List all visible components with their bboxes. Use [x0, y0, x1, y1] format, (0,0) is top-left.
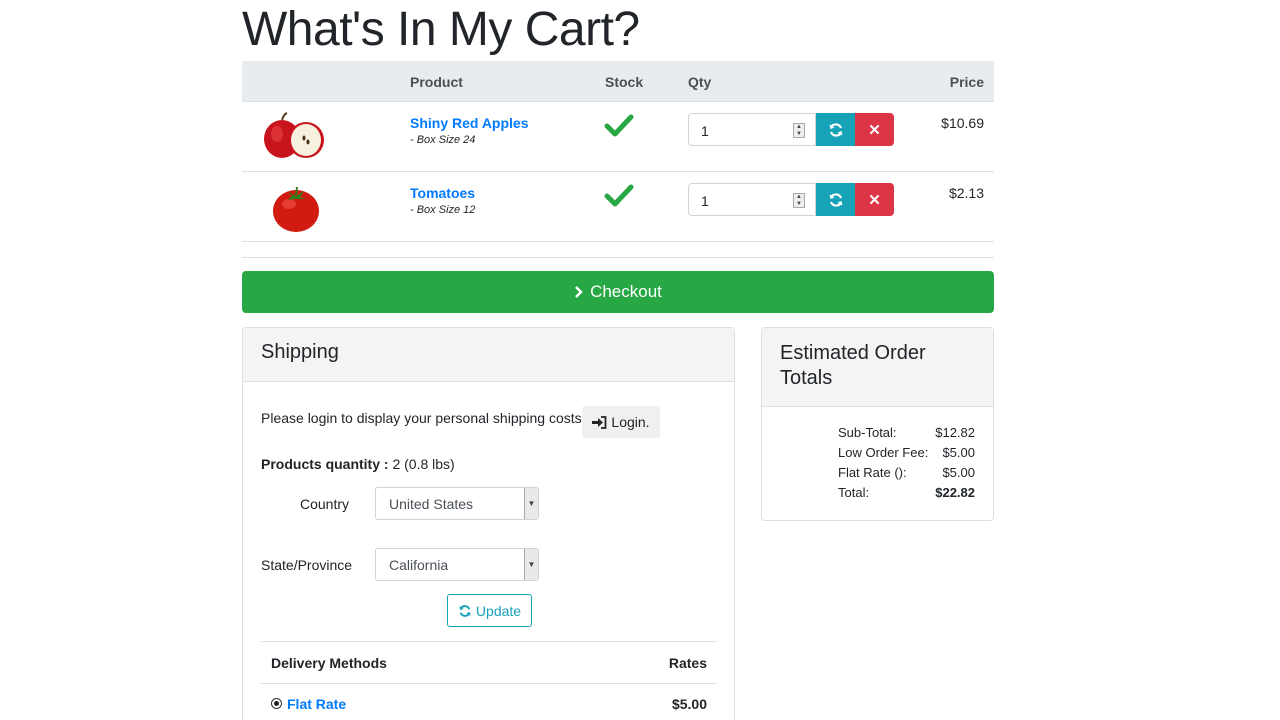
- login-button[interactable]: Login.: [582, 406, 660, 438]
- item-price: $2.13: [948, 185, 984, 201]
- sign-in-icon: [592, 415, 607, 429]
- totals-title: Estimated Order Totals: [762, 328, 993, 407]
- quantity-value: 1: [701, 123, 709, 139]
- country-value: United States: [389, 496, 474, 512]
- remove-button[interactable]: ✕: [855, 183, 894, 216]
- refresh-button[interactable]: [816, 183, 855, 216]
- quantity-spinner-icon[interactable]: ▲ ▼: [793, 123, 805, 138]
- quantity-input[interactable]: 1 ▲ ▼: [688, 183, 816, 216]
- products-quantity-label: Products quantity :: [261, 456, 389, 472]
- in-stock-check-icon: [604, 184, 634, 207]
- refresh-icon: [459, 604, 471, 617]
- totals-label: Low Order Fee:: [838, 445, 929, 460]
- close-icon: ✕: [868, 121, 881, 139]
- close-icon: ✕: [868, 191, 881, 209]
- cart-row: Tomatoes - Box Size 12 1 ▲ ▼ ✕ $2.13: [242, 172, 994, 242]
- order-totals-card: Estimated Order Totals Sub-Total: $12.82…: [761, 327, 994, 521]
- totals-value: $5.00: [942, 445, 975, 460]
- rates-heading: Rates: [668, 655, 707, 671]
- totals-list: Sub-Total: $12.82 Low Order Fee: $5.00 F…: [762, 425, 993, 505]
- totals-label: Flat Rate ():: [838, 465, 907, 480]
- divider: [261, 641, 717, 642]
- chevron-down-icon: ▼: [524, 488, 538, 519]
- checkout-button[interactable]: Checkout: [242, 271, 994, 313]
- login-label: Login.: [611, 414, 650, 430]
- method-name[interactable]: Flat Rate: [287, 696, 346, 712]
- quantity-spinner-icon[interactable]: ▲ ▼: [793, 193, 805, 208]
- method-rate: $5.00: [671, 696, 707, 712]
- product-name-link[interactable]: Tomatoes: [410, 185, 475, 201]
- chevron-right-icon: [575, 286, 583, 298]
- qty-column-header: Qty: [688, 74, 712, 90]
- totals-row: Sub-Total: $12.82: [762, 425, 993, 445]
- refresh-icon: [829, 192, 842, 207]
- cart-row: Shiny Red Apples - Box Size 24 1 ▲ ▼ ✕ $1…: [242, 102, 994, 172]
- quantity-input[interactable]: 1 ▲ ▼: [688, 113, 816, 146]
- shipping-card: Shipping Please login to display your pe…: [242, 327, 735, 720]
- quantity-value: 1: [701, 193, 709, 209]
- chevron-down-icon: ▼: [524, 549, 538, 580]
- country-select[interactable]: United States ▼: [375, 487, 539, 520]
- totals-row: Low Order Fee: $5.00: [762, 445, 993, 465]
- product-column-header: Product: [410, 74, 463, 90]
- totals-row: Total: $22.82: [762, 485, 993, 505]
- remove-button[interactable]: ✕: [855, 113, 894, 146]
- stock-column-header: Stock: [605, 74, 644, 90]
- price-column-header: Price: [949, 74, 984, 90]
- totals-value: $12.82: [935, 425, 975, 440]
- tomato-image[interactable]: [258, 180, 330, 234]
- product-variant: - Box Size 24: [410, 134, 476, 146]
- method-radio[interactable]: [271, 698, 282, 709]
- divider: [242, 257, 994, 258]
- refresh-icon: [829, 122, 842, 137]
- products-quantity: Products quantity : 2 (0.8 lbs): [261, 456, 455, 472]
- page-title: What's In My Cart?: [242, 3, 640, 56]
- country-label: Country: [300, 496, 350, 512]
- update-button[interactable]: Update: [447, 594, 532, 627]
- totals-label: Sub-Total:: [838, 425, 897, 440]
- products-quantity-value: 2 (0.8 lbs): [392, 456, 455, 472]
- shipping-title: Shipping: [243, 328, 734, 382]
- in-stock-check-icon: [604, 114, 634, 137]
- state-label: State/Province: [261, 557, 353, 573]
- checkout-label: Checkout: [590, 282, 662, 301]
- totals-label: Total:: [838, 485, 870, 500]
- cart-table-header: Product Stock Qty Price: [242, 61, 994, 102]
- cart-table: Product Stock Qty Price Shiny Red Apples…: [242, 61, 994, 242]
- totals-value: $5.00: [942, 465, 975, 480]
- state-value: California: [389, 557, 449, 573]
- apple-image[interactable]: [258, 110, 330, 164]
- item-price: $10.69: [941, 115, 984, 131]
- update-label: Update: [475, 602, 522, 619]
- login-prompt: Please login to display your personal sh…: [261, 410, 586, 426]
- product-variant: - Box Size 12: [410, 204, 476, 216]
- totals-value: $22.82: [935, 485, 975, 500]
- refresh-button[interactable]: [816, 113, 855, 146]
- divider: [261, 683, 717, 684]
- totals-row: Flat Rate (): $5.00: [762, 465, 993, 485]
- state-select[interactable]: California ▼: [375, 548, 539, 581]
- delivery-methods-heading: Delivery Methods: [271, 655, 387, 671]
- product-name-link[interactable]: Shiny Red Apples: [410, 115, 529, 131]
